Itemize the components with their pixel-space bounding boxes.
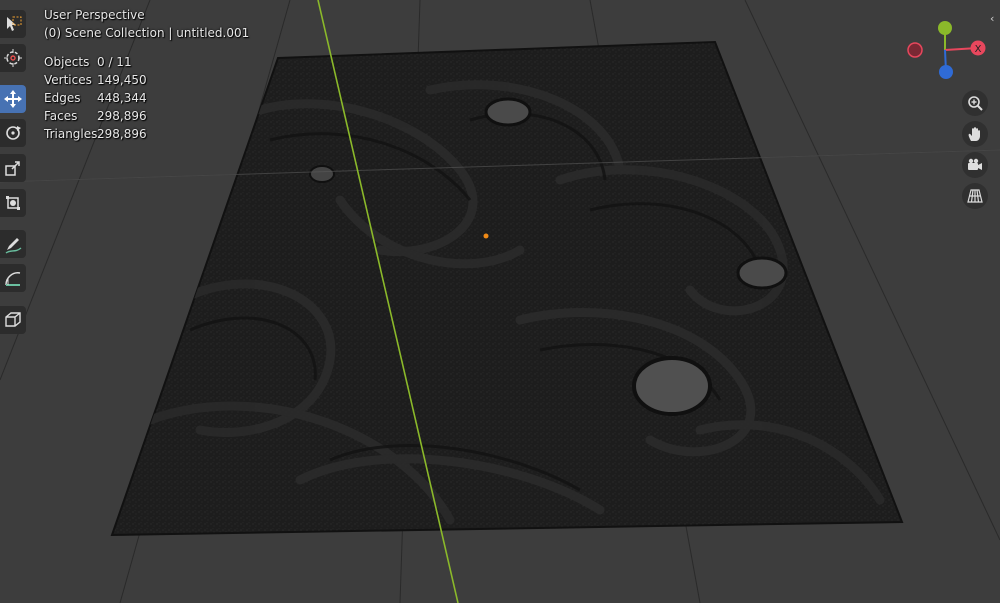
viewport-canvas[interactable] [0,0,1000,603]
x-axis-label: X [975,44,982,55]
navigation-gizmo[interactable]: X [900,14,1000,84]
stat-row: Vertices 149,450 [44,71,147,89]
stat-label: Faces [44,109,78,123]
scale-tool[interactable] [0,154,26,182]
object-origin [483,233,489,239]
scene-collection-label: (0) Scene Collection | untitled.001 [44,26,250,40]
camera-view-button[interactable] [962,152,988,178]
stat-value: 0 / 11 [97,55,132,69]
z-axis-handle [939,65,953,79]
transform-tool[interactable] [0,189,26,217]
neg-x-axis-handle [907,42,923,58]
move-tool[interactable] [0,85,26,113]
stat-row: Edges 448,344 [44,89,147,107]
sidebar-toggle-icon[interactable]: ‹ [990,12,1000,26]
add-cube-icon [5,312,21,327]
select-box-tool[interactable] [0,10,26,38]
annotate-icon [5,238,22,254]
annotate-tool[interactable] [0,230,26,258]
stat-label: Triangles [44,127,98,141]
stat-value: 298,896 [97,109,147,123]
scene-statistics: Objects 0 / 11 Vertices 149,450 Edges 448,3… [44,53,147,143]
y-axis-handle [938,21,952,35]
measure-icon [5,272,21,286]
stat-value: 149,450 [97,73,147,87]
camera-icon [968,158,982,170]
stat-row: Faces 298,896 [44,107,147,125]
move-icon [4,90,22,108]
axis-gizmo[interactable]: X [900,14,1000,84]
pan-button[interactable] [962,121,988,147]
stat-value: 448,344 [97,91,147,105]
transform-icon [6,196,20,210]
add-cube-tool[interactable] [0,306,26,334]
stat-row: Objects 0 / 11 [44,53,147,71]
measure-tool[interactable] [0,264,26,292]
rotate-tool[interactable] [0,119,26,147]
stat-label: Edges [44,91,81,105]
perspective-toggle-button[interactable] [962,183,988,209]
rotate-icon [6,126,21,140]
select-box-icon [7,16,22,31]
stat-value: 298,896 [97,127,147,141]
cursor-tool[interactable] [0,44,26,72]
view-title: User Perspective [44,8,145,22]
3d-viewport[interactable] [0,0,1000,603]
scale-icon [5,161,20,176]
cursor-icon [4,49,22,67]
zoom-icon [968,96,983,111]
stat-row: Triangles 298,896 [44,125,147,143]
pan-hand-icon [968,127,980,141]
stat-label: Objects [44,55,90,69]
grid-perspective-icon [967,189,983,203]
zoom-button[interactable] [962,90,988,116]
stat-label: Vertices [44,73,92,87]
